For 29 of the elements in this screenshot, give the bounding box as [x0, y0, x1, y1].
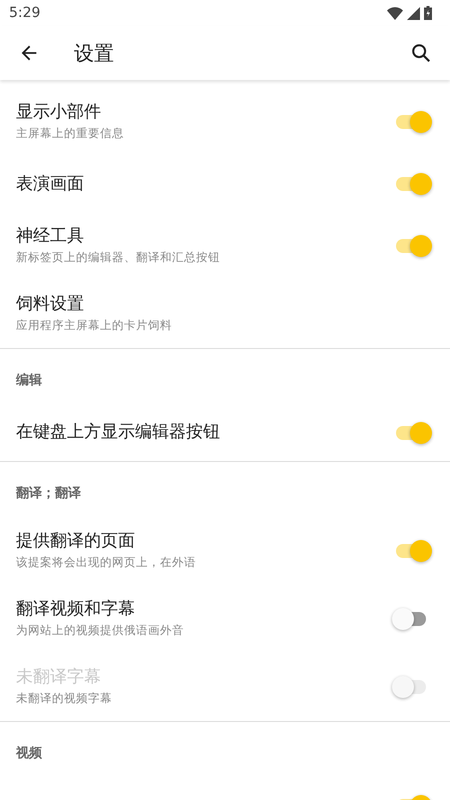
settings-row[interactable]: 在键盘上方显示编辑器按钮 — [0, 404, 450, 460]
setting-subtitle: 应用程序主屏幕上的卡片饲料 — [16, 317, 172, 334]
signal-icon — [407, 6, 420, 20]
setting-subtitle: 为网站上的视频提供俄语画外音 — [16, 622, 184, 640]
settings-row[interactable]: 表演画面 — [0, 156, 450, 212]
battery-icon — [424, 6, 432, 20]
setting-title: 饲料设置 — [16, 293, 85, 316]
setting-title: 在键盘上方显示编辑器按钮 — [16, 421, 220, 444]
section-header: 视频 — [14, 745, 43, 763]
section-header: 翻译；翻译 — [14, 484, 82, 502]
setting-subtitle: 该提案将会出现的网页上，在外语 — [16, 554, 196, 572]
setting-title: 神经工具 — [16, 225, 85, 248]
search-icon — [410, 42, 432, 64]
setting-title: 翻译视频和字幕 — [16, 598, 136, 620]
wifi-icon — [387, 6, 403, 20]
section-header: 编辑 — [14, 372, 43, 390]
settings-row[interactable]: 翻译视频和字幕 为网站上的视频提供俄语画外音 — [0, 585, 450, 653]
screen-title: 设置 — [74, 40, 115, 67]
settings-row[interactable]: 提供翻译的页面 该提案将会出现的网页上，在外语 — [0, 517, 450, 585]
setting-subtitle: 主屏幕上的重要信息 — [16, 125, 124, 142]
settings-row[interactable]: 饲料设置 应用程序主屏幕上的卡片饲料 — [0, 280, 450, 348]
setting-title: 显示小部件 — [16, 101, 102, 124]
setting-subtitle: 未翻译的视频字幕 — [16, 690, 112, 708]
setting-title: 提供翻译的页面 — [16, 530, 136, 552]
status-time: 5:29 — [9, 4, 40, 22]
settings-row[interactable]: 神经工具 新标签页上的编辑器、翻译和汇总按钮 — [0, 212, 450, 280]
setting-subtitle: 新标签页上的编辑器、翻译和汇总按钮 — [16, 249, 220, 266]
settings-row[interactable]: 显示小部件 主屏幕上的重要信息 — [0, 88, 450, 156]
setting-title: 表演画面 — [16, 172, 84, 196]
